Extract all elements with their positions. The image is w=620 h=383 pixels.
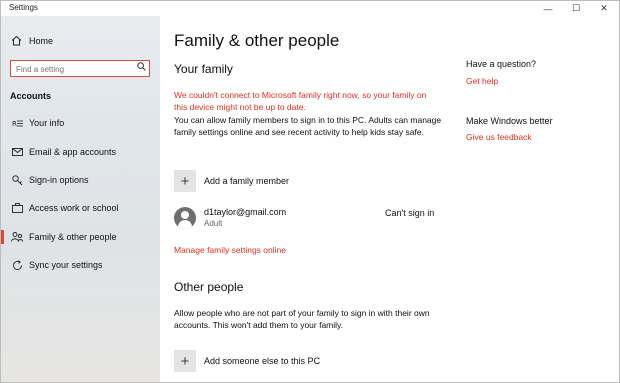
sidebar-item-label: Family & other people bbox=[29, 232, 117, 242]
sidebar-item-sign-in[interactable]: Sign-in options bbox=[1, 169, 160, 191]
plus-icon: + bbox=[174, 350, 196, 372]
nav-home[interactable]: Home bbox=[10, 35, 53, 46]
minimize-button[interactable]: — bbox=[534, 1, 562, 16]
sidebar-item-your-info[interactable]: R Your info bbox=[1, 112, 160, 134]
other-people-heading: Other people bbox=[174, 280, 244, 294]
give-feedback-link[interactable]: Give us feedback bbox=[466, 132, 532, 142]
sidebar-item-label: Access work or school bbox=[29, 203, 119, 213]
sidebar-item-sync[interactable]: Sync your settings bbox=[1, 254, 160, 276]
add-family-member-button[interactable]: + Add a family member bbox=[174, 170, 289, 192]
sidebar-item-family[interactable]: Family & other people bbox=[1, 226, 160, 248]
main-content: Family & other people Your family We cou… bbox=[161, 16, 619, 382]
search-input[interactable] bbox=[14, 62, 138, 77]
briefcase-icon bbox=[10, 203, 24, 213]
member-email: d1taylor@gmail.com bbox=[204, 207, 287, 217]
sidebar-item-work-school[interactable]: Access work or school bbox=[1, 197, 160, 219]
svg-text:R: R bbox=[12, 120, 17, 128]
other-people-description: Allow people who are not part of your fa… bbox=[174, 308, 430, 330]
search-icon[interactable] bbox=[137, 62, 146, 73]
family-error-message: We couldn't connect to Microsoft family … bbox=[174, 90, 427, 112]
your-info-icon: R bbox=[10, 119, 24, 128]
manage-family-link[interactable]: Manage family settings online bbox=[174, 245, 286, 255]
member-status: Can't sign in bbox=[385, 208, 435, 218]
sidebar-item-email[interactable]: Email & app accounts bbox=[1, 141, 160, 163]
plus-icon: + bbox=[174, 170, 196, 192]
settings-window: Settings — ☐ ✕ Home Accounts R Your info bbox=[0, 0, 620, 383]
nav-home-label: Home bbox=[29, 35, 54, 46]
sidebar-item-label: Your info bbox=[29, 118, 65, 128]
family-icon bbox=[10, 232, 24, 242]
question-title: Have a question? bbox=[466, 59, 537, 69]
key-icon bbox=[10, 174, 24, 186]
close-button[interactable]: ✕ bbox=[590, 1, 618, 16]
active-indicator bbox=[1, 230, 4, 244]
sidebar-item-label: Sign-in options bbox=[29, 175, 89, 185]
sync-icon bbox=[10, 259, 24, 271]
search-box[interactable] bbox=[10, 60, 150, 77]
add-family-member-label: Add a family member bbox=[204, 176, 290, 186]
make-windows-better-title: Make Windows better bbox=[466, 116, 553, 126]
page-title: Family & other people bbox=[174, 31, 340, 50]
sidebar: Home Accounts R Your info Email & app ac… bbox=[1, 16, 160, 382]
get-help-link[interactable]: Get help bbox=[466, 76, 498, 86]
member-role: Adult bbox=[204, 219, 223, 228]
home-icon bbox=[10, 35, 22, 46]
maximize-button[interactable]: ☐ bbox=[562, 1, 590, 16]
add-someone-else-button[interactable]: + Add someone else to this PC bbox=[174, 350, 320, 372]
your-family-heading: Your family bbox=[174, 62, 233, 76]
avatar bbox=[174, 207, 196, 229]
window-title: Settings bbox=[9, 3, 38, 12]
sidebar-item-label: Email & app accounts bbox=[29, 147, 117, 157]
email-icon bbox=[10, 148, 24, 156]
add-someone-else-label: Add someone else to this PC bbox=[204, 356, 321, 366]
family-description: You can allow family members to sign in … bbox=[174, 115, 442, 137]
title-bar: Settings — ☐ ✕ bbox=[1, 1, 619, 16]
sidebar-item-label: Sync your settings bbox=[29, 260, 103, 270]
section-title-accounts: Accounts bbox=[10, 91, 52, 101]
